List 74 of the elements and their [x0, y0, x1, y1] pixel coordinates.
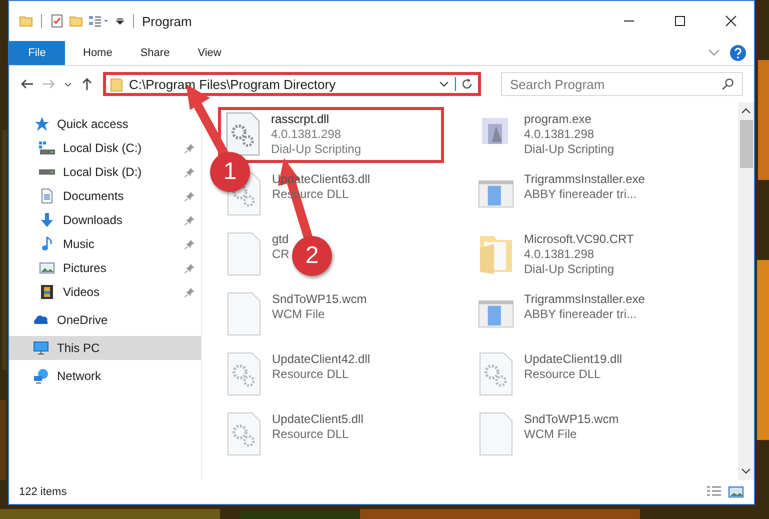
scrollbar-thumb[interactable]: [740, 120, 752, 168]
scroll-down-icon[interactable]: [741, 467, 751, 475]
search-icon: [721, 77, 735, 91]
scrollbar[interactable]: [738, 102, 754, 480]
file-detail: CR: [272, 247, 290, 261]
sidebar-item[interactable]: Pictures: [9, 256, 201, 280]
gear-file-icon: [225, 112, 261, 156]
sidebar-item[interactable]: Network: [9, 364, 201, 388]
dropdown-icon[interactable]: [439, 79, 449, 89]
file-name: program.exe: [524, 112, 592, 126]
file-name: gtd: [272, 232, 290, 246]
file-icon: [226, 292, 262, 336]
file-detail: ABBY finereader tri...: [524, 307, 638, 321]
ribbon-tab[interactable]: File: [9, 41, 65, 65]
document-icon: [39, 188, 55, 204]
file-name: UpdateClient5.dll: [272, 412, 364, 426]
sidebar-item[interactable]: Quick access: [9, 112, 201, 136]
file-name: TrigrammsInstaller.exe: [524, 172, 645, 186]
file-name: SndToWP15.wcm: [524, 412, 619, 426]
file-detail: 4.0.1381.298: [524, 247, 596, 261]
search-field[interactable]: Search Program: [501, 72, 743, 96]
file-detail: Dial-Up Scripting: [524, 262, 616, 276]
sidebar-item[interactable]: Music: [9, 232, 201, 256]
sidebar-item[interactable]: Local Disk (D:): [9, 160, 201, 184]
file-name: UpdateClient42.dll: [272, 352, 370, 366]
item-count: 122 items: [19, 486, 67, 498]
file-icon: [226, 232, 262, 276]
file-name: rasscrpt.dll: [271, 112, 330, 126]
sidebar-item[interactable]: Local Disk (C:): [9, 136, 201, 160]
dropdown-icon[interactable]: [115, 16, 125, 26]
gear-file-icon: [226, 352, 262, 396]
sidebar-item[interactable]: Documents: [9, 184, 201, 208]
sidebar-item[interactable]: OneDrive: [9, 308, 201, 332]
file-name: UpdateClient19.dll: [524, 352, 622, 366]
computer-icon: [33, 340, 49, 356]
expand-ribbon-icon[interactable]: [708, 49, 720, 57]
gear-file-icon: [226, 412, 262, 456]
file-detail: WCM File: [524, 427, 578, 441]
thumbnail-view-icon[interactable]: [728, 485, 744, 499]
folder-icon: [110, 76, 123, 92]
scroll-up-icon[interactable]: [741, 107, 751, 115]
music-note-icon: [39, 236, 55, 252]
network-icon: [33, 368, 49, 384]
file-name: Microsoft.VC90.CRT: [524, 232, 634, 246]
address-path: C:\Program Files\Program Directory: [129, 76, 337, 92]
ribbon-tab[interactable]: Share: [126, 41, 184, 65]
view-options-icon[interactable]: [88, 14, 110, 28]
properties-icon[interactable]: [50, 14, 64, 28]
file-detail: Dial-Up Scripting: [524, 142, 614, 156]
file-detail: Resource DLL: [272, 427, 350, 441]
sidebar-item[interactable]: Videos: [9, 280, 201, 304]
address-bar[interactable]: C:\Program Files\Program Directory: [103, 72, 481, 96]
file-detail: Resource DLL: [524, 367, 602, 381]
sidebar-item[interactable]: Downloads: [9, 208, 201, 232]
ribbon-tab[interactable]: Home: [69, 41, 126, 65]
download-icon: [39, 212, 55, 228]
gear-file-icon: [478, 352, 514, 396]
file-name: SndToWP15.wcm: [272, 292, 367, 306]
file-detail: ABBY finereader tri...: [524, 187, 638, 201]
file-detail: Dial-Up Scripting: [271, 142, 362, 156]
film-icon: [39, 284, 55, 300]
drive-icon: [39, 140, 55, 156]
sidebar-item[interactable]: This PC: [9, 336, 201, 360]
file-detail: Resource DLL: [272, 367, 350, 381]
file-detail: WCM File: [272, 307, 326, 321]
window-title: Program: [142, 14, 192, 28]
file-name: TrigrammsInstaller.exe: [524, 292, 645, 306]
file-detail: 4.0.1381.298: [524, 127, 596, 141]
picture-icon: [39, 260, 55, 276]
help-icon[interactable]: [730, 45, 746, 61]
ribbon-tab[interactable]: View: [184, 41, 236, 65]
star-icon: [33, 116, 49, 132]
file-icon: [478, 412, 514, 456]
file-detail: 4.0.1381.298: [271, 127, 342, 141]
